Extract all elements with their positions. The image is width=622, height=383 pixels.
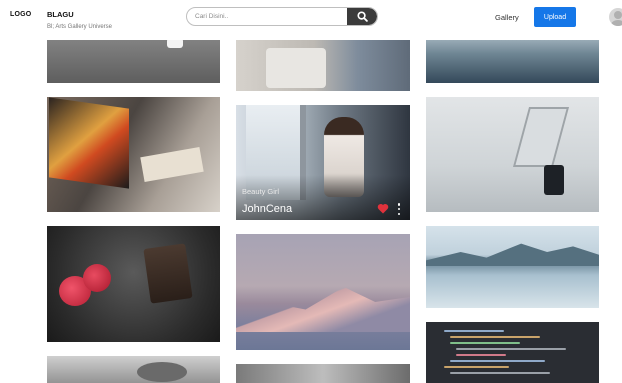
photo-detail (450, 360, 545, 362)
user-avatar-icon[interactable] (609, 8, 622, 26)
photo-detail (137, 362, 187, 382)
photo-detail (450, 336, 540, 338)
photo-title: Beauty Girl (242, 187, 280, 196)
search-icon (356, 11, 368, 22)
gallery-photo[interactable] (236, 234, 410, 350)
upload-button[interactable]: Upload (534, 7, 576, 27)
more-vertical-icon[interactable] (395, 202, 403, 216)
dot (397, 203, 401, 206)
photo-detail (143, 243, 193, 304)
photo-detail (444, 330, 504, 332)
heart-icon (377, 203, 389, 213)
photo-detail (140, 146, 204, 183)
photo-detail (544, 165, 564, 195)
photo-detail (450, 342, 520, 344)
search-input[interactable] (187, 8, 347, 25)
gallery-photo[interactable] (47, 97, 220, 212)
photo-detail (426, 243, 599, 266)
search-button[interactable] (347, 8, 377, 25)
brand-name[interactable]: BLAGU (47, 10, 74, 19)
search-bar (186, 7, 378, 26)
dot (397, 212, 401, 215)
photo-detail (450, 372, 550, 374)
gallery-photo[interactable] (236, 364, 410, 383)
photo-detail (444, 366, 509, 368)
like-button[interactable] (376, 202, 390, 214)
gallery-photo[interactable] (426, 97, 599, 212)
gallery-photo[interactable] (426, 226, 599, 308)
gallery-photo[interactable] (47, 356, 220, 383)
top-navbar: LOGO BLAGU Bl; Arts Gallery Universe Gal… (0, 0, 622, 40)
photo-detail (456, 348, 566, 350)
photo-detail (49, 97, 129, 189)
photo-detail (83, 264, 111, 292)
gallery-photo[interactable] (47, 226, 220, 342)
nav-gallery-link[interactable]: Gallery (495, 13, 519, 22)
photo-detail (512, 107, 570, 167)
photo-author[interactable]: JohnCena (242, 203, 292, 215)
featured-gallery-photo[interactable]: Beauty Girl JohnCena (236, 105, 410, 220)
photo-detail (456, 354, 506, 356)
gallery-photo[interactable] (426, 322, 599, 383)
photo-detail (266, 48, 326, 88)
dot (397, 207, 401, 211)
logo[interactable]: LOGO (10, 11, 31, 18)
brand-tagline: Bl; Arts Gallery Universe (47, 24, 113, 30)
photo-detail (236, 287, 410, 332)
